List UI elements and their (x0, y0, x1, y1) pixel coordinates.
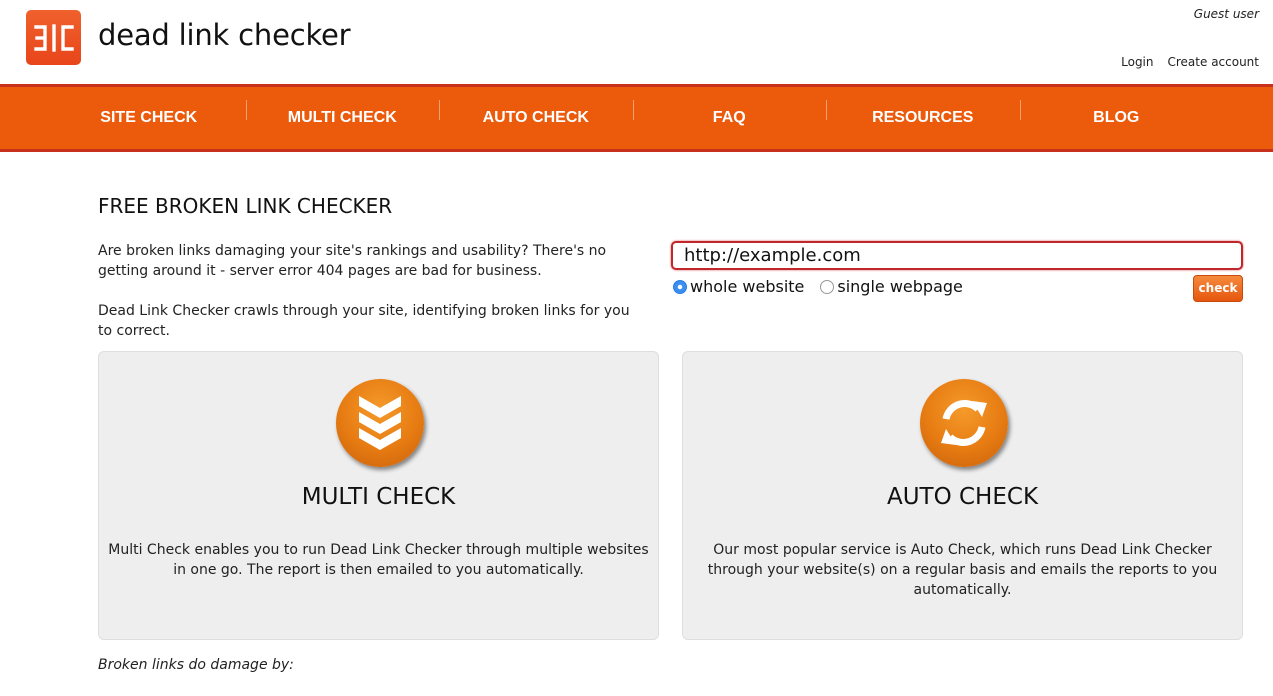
nav-blog[interactable]: BLOG (1019, 100, 1214, 127)
create-account-link[interactable]: Create account (1168, 55, 1260, 69)
logo-icon[interactable] (26, 10, 81, 65)
nav-auto-check[interactable]: AUTO CHECK (439, 100, 633, 127)
intro-paragraph-2: Dead Link Checker crawls through your si… (98, 303, 630, 339)
chevrons-down-icon (336, 379, 424, 467)
damage-heading: Broken links do damage by: (98, 657, 294, 673)
login-link[interactable]: Login (1121, 55, 1153, 69)
radio-whole-website-label: whole website (690, 277, 805, 296)
url-input[interactable] (671, 241, 1243, 270)
refresh-icon (920, 379, 1008, 467)
radio-whole-website[interactable]: whole website (673, 277, 804, 296)
radio-button-selected[interactable] (673, 279, 687, 294)
site-header: dead link checker Guest user Login Creat… (0, 0, 1273, 84)
radio-button[interactable] (820, 279, 835, 294)
radio-single-webpage[interactable]: single webpage (820, 277, 963, 296)
intro-paragraph-1: Are broken links damaging your site's ra… (98, 243, 607, 279)
auto-check-card[interactable]: AUTO CHECK Our most popular service is A… (682, 351, 1243, 640)
nav-resources[interactable]: RESOURCES (826, 100, 1020, 127)
nav-site-check[interactable]: SITE CHECK (52, 109, 246, 127)
multi-check-description: Multi Check enables you to run Dead Link… (108, 542, 649, 578)
site-title[interactable]: dead link checker (98, 18, 351, 52)
nav-multi-check[interactable]: MULTI CHECK (245, 100, 440, 127)
scope-radio-group: whole website single webpage (673, 277, 979, 296)
nav-faq[interactable]: FAQ (632, 100, 827, 127)
page-title: FREE BROKEN LINK CHECKER (98, 194, 393, 218)
radio-single-webpage-label: single webpage (837, 277, 963, 296)
multi-check-title: MULTI CHECK (301, 484, 456, 510)
intro-text: Are broken links damaging your site's ra… (98, 241, 648, 341)
main-nav: SITE CHECK MULTI CHECK AUTO CHECK FAQ RE… (0, 84, 1273, 152)
multi-check-card[interactable]: MULTI CHECK Multi Check enables you to r… (98, 351, 659, 640)
account-links: Login Create account (1121, 55, 1259, 69)
auto-check-title: AUTO CHECK (886, 484, 1039, 510)
auto-check-description: Our most popular service is Auto Check, … (707, 542, 1218, 598)
check-button[interactable]: check (1193, 275, 1243, 302)
guest-user-label: Guest user (1193, 7, 1259, 21)
